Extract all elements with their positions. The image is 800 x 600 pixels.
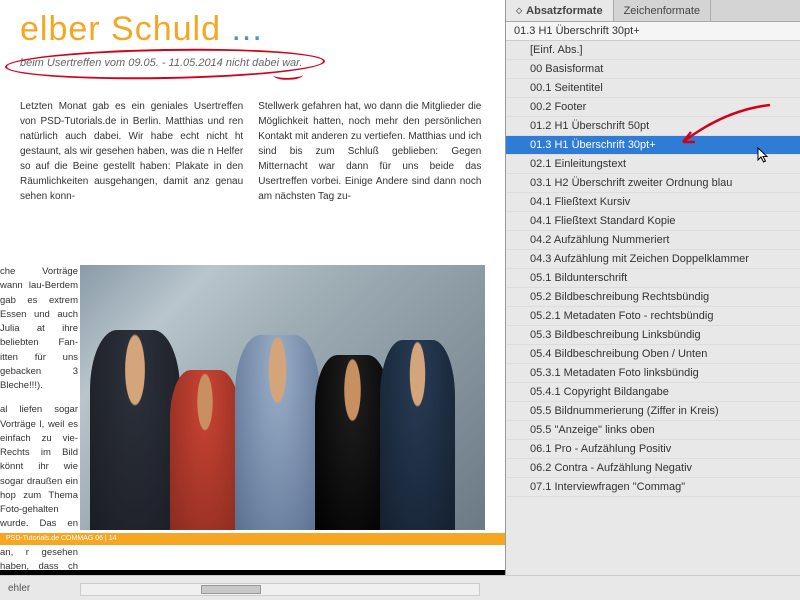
style-item[interactable]: [Einf. Abs.] xyxy=(506,41,800,60)
side-text-1: che Vorträge wann lau-Berdem gab es extr… xyxy=(0,265,78,393)
style-item[interactable]: 07.1 Interviewfragen "Commag" xyxy=(506,478,800,497)
style-item[interactable]: 00.1 Seitentitel xyxy=(506,79,800,98)
tab-absatzformate[interactable]: ◇ Absatzformate xyxy=(506,0,614,21)
style-list[interactable]: [Einf. Abs.]00 Basisformat00.1 Seitentit… xyxy=(506,41,800,575)
horizontal-scrollbar[interactable] xyxy=(80,583,480,596)
article-photo xyxy=(80,265,485,530)
style-item[interactable]: 04.1 Fließtext Kursiv xyxy=(506,193,800,212)
tab-label: Absatzformate xyxy=(526,5,602,17)
style-item[interactable]: 04.2 Aufzählung Nummeriert xyxy=(506,231,800,250)
style-item[interactable]: 05.3 Bildbeschreibung Linksbündig xyxy=(506,326,800,345)
style-item[interactable]: 05.5 Bildnummerierung (Ziffer in Kreis) xyxy=(506,402,800,421)
paragraph-styles-panel: ◇ Absatzformate Zeichenformate 01.3 H1 Ü… xyxy=(505,0,800,575)
style-item[interactable]: 06.1 Pro - Aufzählung Positiv xyxy=(506,440,800,459)
style-item[interactable]: 06.2 Contra - Aufzählung Negativ xyxy=(506,459,800,478)
style-item[interactable]: 02.1 Einleitungstext xyxy=(506,155,800,174)
tab-label: Zeichenformate xyxy=(624,5,700,17)
style-item[interactable]: 05.3.1 Metadaten Foto linksbündig xyxy=(506,364,800,383)
sort-icon: ◇ xyxy=(516,6,522,15)
style-item[interactable]: 05.4 Bildbeschreibung Oben / Unten xyxy=(506,345,800,364)
style-item[interactable]: 01.3 H1 Überschrift 30pt+ xyxy=(506,136,800,155)
style-item[interactable]: 00 Basisformat xyxy=(506,60,800,79)
style-item[interactable]: 00.2 Footer xyxy=(506,98,800,117)
status-bar: ehler xyxy=(0,575,800,600)
person-silhouette xyxy=(235,335,320,530)
style-item[interactable]: 04.3 Aufzählung mit Zeichen Doppelklamme… xyxy=(506,250,800,269)
style-item[interactable]: 01.2 H1 Überschrift 50pt xyxy=(506,117,800,136)
person-silhouette xyxy=(380,340,455,530)
body-columns: Letzten Monat gab es ein geniales Usertr… xyxy=(20,99,485,204)
subheadline: beim Usertreffen vom 09.05. - 11.05.2014… xyxy=(20,57,485,69)
page-footer-bar: PSD-Tutorials.de COMMAG 06 | 14 xyxy=(0,533,505,545)
style-item[interactable]: 05.5 "Anzeige" links oben xyxy=(506,421,800,440)
headline-text: elber Schuld xyxy=(20,10,221,48)
style-item[interactable]: 04.1 Fließtext Standard Kopie xyxy=(506,212,800,231)
side-text-wrap: che Vorträge wann lau-Berdem gab es extr… xyxy=(0,265,78,575)
headline-dots: ... xyxy=(231,10,262,48)
status-label: ehler xyxy=(8,583,30,594)
panel-tabs: ◇ Absatzformate Zeichenformate xyxy=(506,0,800,22)
document-view: elber Schuld ... beim Usertreffen vom 09… xyxy=(0,0,505,575)
col1-text: Letzten Monat gab es ein geniales Usertr… xyxy=(20,101,243,202)
style-item[interactable]: 05.4.1 Copyright Bildangabe xyxy=(506,383,800,402)
current-style-display: 01.3 H1 Überschrift 30pt+ xyxy=(506,22,800,41)
style-item[interactable]: 05.2.1 Metadaten Foto - rechtsbündig xyxy=(506,307,800,326)
style-item[interactable]: 05.1 Bildunterschrift xyxy=(506,269,800,288)
side-text-2: al liefen sogar Vorträge l, weil es einf… xyxy=(0,403,78,575)
scrollbar-thumb[interactable] xyxy=(201,585,261,594)
column-1: Letzten Monat gab es ein geniales Usertr… xyxy=(20,99,243,204)
photo-people xyxy=(80,265,485,530)
style-item[interactable]: 05.2 Bildbeschreibung Rechtsbündig xyxy=(506,288,800,307)
person-silhouette xyxy=(170,370,240,530)
headline: elber Schuld ... xyxy=(20,10,485,49)
tab-zeichenformate[interactable]: Zeichenformate xyxy=(614,0,711,21)
person-silhouette xyxy=(315,355,390,530)
person-silhouette xyxy=(90,330,180,530)
subheadline-wrap: beim Usertreffen vom 09.05. - 11.05.2014… xyxy=(20,57,485,69)
column-2: Stellwerk gefahren hat, wo dann die Mitg… xyxy=(258,99,481,204)
style-item[interactable]: 03.1 H2 Überschrift zweiter Ordnung blau xyxy=(506,174,800,193)
